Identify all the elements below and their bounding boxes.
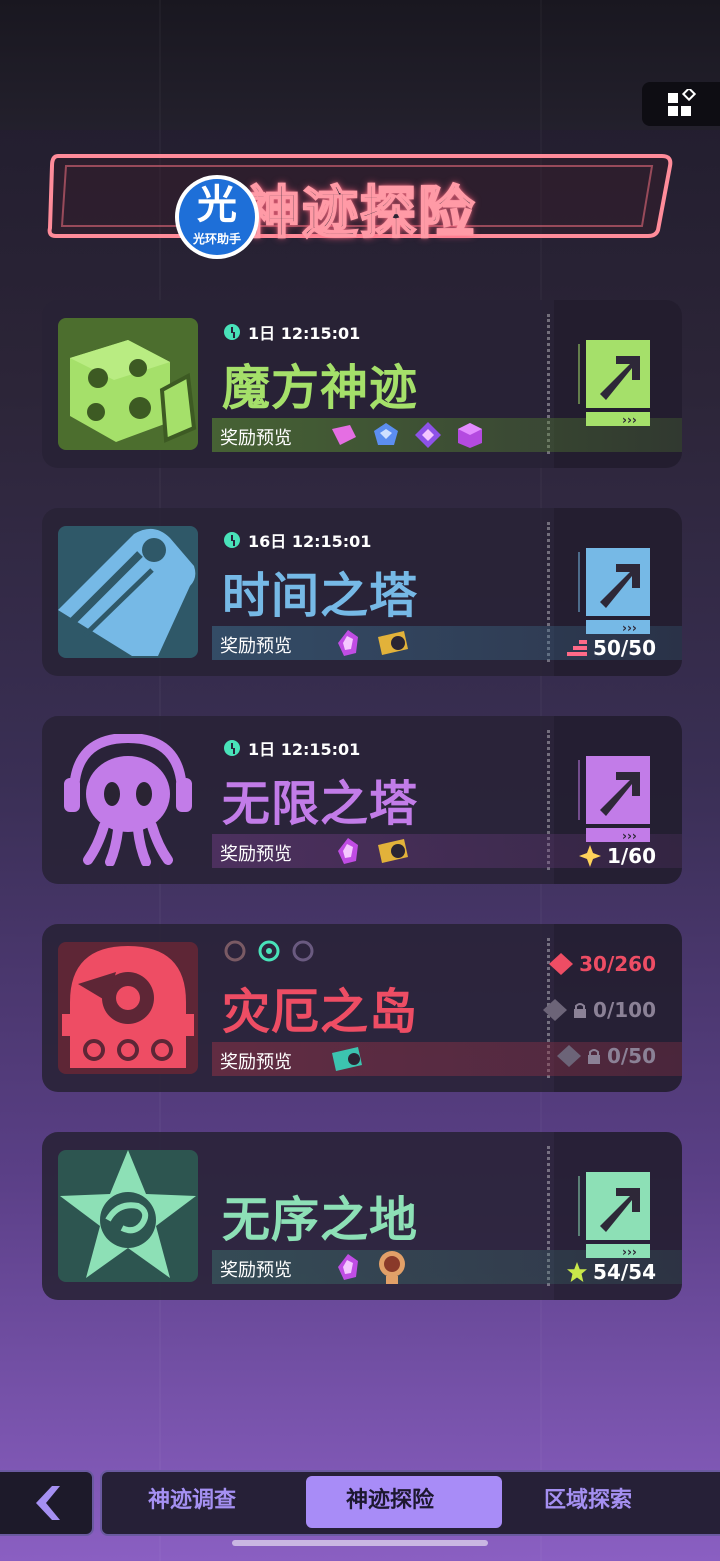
- clock-icon: [224, 324, 240, 340]
- stairs-icon: [567, 640, 588, 656]
- progress-text: 30/260: [579, 952, 656, 976]
- reward-label: 奖励预览: [220, 844, 292, 865]
- record-ticket-icon[interactable]: [376, 629, 410, 657]
- enter-arrow-icon[interactable]: ›››: [578, 1170, 654, 1262]
- card-title: 时间之塔: [222, 568, 419, 624]
- reward-label: 奖励预览: [220, 1052, 292, 1073]
- logo-char: 光: [197, 182, 237, 228]
- card-timer: 16日 12:15:01: [224, 528, 371, 552]
- reward-icons: [334, 834, 410, 868]
- top-bar: [0, 0, 720, 130]
- timer-text: 1日 12:15:01: [248, 324, 361, 343]
- card-timer: 1日 12:15:01: [224, 736, 360, 760]
- star-icon: [58, 1150, 198, 1282]
- element-icons: [224, 940, 314, 962]
- swirl-element-icon: [258, 940, 280, 962]
- svg-text:›››: ›››: [622, 621, 637, 635]
- page-title: 神迹探险: [243, 180, 476, 247]
- reward-icons: [334, 626, 410, 660]
- svg-text:›››: ›››: [622, 829, 637, 843]
- sun-element-icon: [224, 940, 246, 962]
- clock-icon: [224, 740, 240, 756]
- tab-area-explore[interactable]: 区域探索: [544, 1482, 632, 1514]
- reward-label: 奖励预览: [220, 428, 292, 449]
- count-text: 50/50: [593, 636, 656, 660]
- card-title: 魔方神迹: [222, 360, 419, 416]
- count-text: 54/54: [593, 1260, 656, 1284]
- card-title: 灾厄之岛: [222, 984, 419, 1040]
- time-tower-icon: [58, 526, 198, 658]
- star-small-icon: [567, 1262, 588, 1282]
- card-title: 无序之地: [222, 1192, 419, 1248]
- chevron-left-icon: [36, 1486, 60, 1520]
- svg-text:›››: ›››: [622, 1245, 637, 1259]
- astronaut-icon[interactable]: [376, 1250, 408, 1284]
- floor-count: 50/50: [567, 636, 656, 660]
- grid-menu-icon: [668, 89, 696, 116]
- lock-icon: [587, 1049, 600, 1064]
- reward-icons: [334, 1250, 408, 1284]
- tab-investigation[interactable]: 神迹调查: [148, 1482, 236, 1514]
- card-timer: 1日 12:15:01: [224, 320, 360, 344]
- star-count: 54/54: [567, 1260, 656, 1284]
- enter-arrow-icon[interactable]: ›››: [578, 754, 654, 846]
- enter-arrow-icon[interactable]: ›››: [578, 338, 654, 430]
- home-indicator: [232, 1540, 488, 1546]
- card-time-tower[interactable]: 16日 12:15:01 时间之塔 奖励预览 ››› 50/50: [42, 508, 682, 676]
- rank-1-icon: [549, 953, 574, 975]
- lock-icon: [574, 1003, 587, 1018]
- crystal-icon[interactable]: [334, 629, 362, 657]
- card-chaos-land[interactable]: 无序之地 奖励预览 ››› 54/54: [42, 1132, 682, 1300]
- progress-text: 0/50: [606, 1044, 656, 1068]
- menu-button[interactable]: [642, 82, 720, 126]
- jellyfish-icon: [58, 732, 198, 867]
- timer-text: 16日 12:15:01: [248, 532, 372, 551]
- reward-label: 奖励预览: [220, 636, 292, 657]
- cube-icon: [58, 318, 198, 450]
- card-title: 无限之塔: [222, 776, 419, 832]
- reward-icons: [330, 418, 484, 452]
- logo-sub: 光环助手: [192, 232, 241, 246]
- violet-cube-icon[interactable]: [456, 421, 484, 449]
- back-button[interactable]: [0, 1470, 94, 1536]
- progress-row-3: 0/50: [556, 1044, 656, 1068]
- enter-arrow-icon[interactable]: ›››: [578, 546, 654, 638]
- flame-element-icon: [292, 940, 314, 962]
- app-logo: 光 光环助手: [175, 175, 259, 259]
- progress-row-1: 30/260: [549, 952, 656, 976]
- crystal-icon[interactable]: [334, 1253, 362, 1281]
- timer-text: 1日 12:15:01: [248, 740, 361, 759]
- sparkle-icon: [578, 845, 601, 867]
- island-icon: [58, 942, 198, 1074]
- record-ticket-icon[interactable]: [376, 837, 410, 865]
- purple-gem-icon[interactable]: [414, 421, 442, 449]
- rank-3-icon: [556, 1045, 581, 1067]
- clock-icon: [224, 532, 240, 548]
- rank-2-icon: [543, 999, 568, 1021]
- crystal-icon[interactable]: [334, 837, 362, 865]
- svg-text:›››: ›››: [622, 413, 637, 427]
- progress-row-2: 0/100: [543, 998, 656, 1022]
- card-calamity-island[interactable]: 灾厄之岛 奖励预览 30/260 0/100 0/50: [42, 924, 682, 1092]
- card-magic-cube[interactable]: 1日 12:15:01 魔方神迹 奖励预览 ›››: [42, 300, 682, 468]
- teal-ticket-icon[interactable]: [330, 1045, 364, 1073]
- blue-cube-icon[interactable]: [372, 421, 400, 449]
- card-infinite-tower[interactable]: 1日 12:15:01 无限之塔 奖励预览 ››› 1/60: [42, 716, 682, 884]
- tab-expedition[interactable]: 神迹探险: [346, 1482, 434, 1514]
- reward-label: 奖励预览: [220, 1260, 292, 1281]
- count-text: 1/60: [606, 844, 656, 868]
- pink-crystal-icon[interactable]: [330, 421, 358, 449]
- floor-count: 1/60: [578, 844, 656, 868]
- reward-icons: [330, 1042, 364, 1076]
- progress-text: 0/100: [593, 998, 656, 1022]
